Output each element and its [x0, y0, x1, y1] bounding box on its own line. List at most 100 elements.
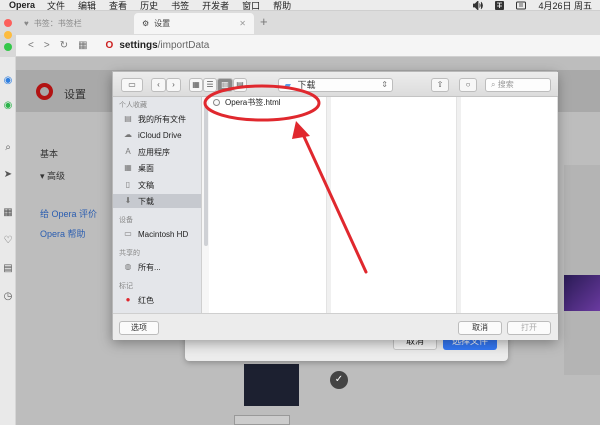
sidebar-item-all-files[interactable]: ▤ 我的所有文件 — [113, 112, 201, 126]
desktop-icon: ▦ — [124, 163, 132, 172]
rate-opera-link[interactable]: 给 Opera 评价 — [40, 207, 97, 220]
sidebar-item-applications[interactable]: A 应用程序 — [113, 145, 201, 159]
input-method-icon[interactable] — [495, 0, 505, 10]
all-files-icon: ▤ — [124, 114, 132, 123]
download-icon: ⬇ — [124, 196, 132, 205]
control-strip-icon[interactable] — [516, 1, 527, 10]
red-tag-icon: ● — [125, 295, 131, 304]
mac-menubar: Opera 文件 编辑 查看 历史 书签 开发者 窗口 帮助 4月26日 周五 — [0, 0, 600, 11]
wallpaper-thumbnail[interactable] — [564, 275, 600, 311]
network-icon: ◍ — [124, 262, 132, 271]
sidebar-item-documents[interactable]: ▯ 文稿 — [113, 178, 201, 192]
html-file-icon — [213, 99, 220, 106]
menu-edit[interactable]: 编辑 — [78, 0, 96, 12]
sidebar-item-desktop[interactable]: ▦ 桌面 — [113, 161, 201, 175]
news-icon[interactable]: ▤ — [2, 263, 14, 275]
document-icon: ▯ — [125, 180, 131, 189]
minimize-window-button[interactable] — [4, 31, 12, 39]
chevron-updown-icon: ⇕ — [381, 80, 388, 89]
wallpaper-thumbnail[interactable] — [244, 364, 299, 406]
cancel-button[interactable]: 取消 — [458, 321, 502, 335]
speed-dial-icon[interactable]: ▦ — [2, 207, 14, 219]
close-tab-button[interactable]: ✕ — [239, 19, 246, 28]
menu-app-opera[interactable]: Opera — [9, 0, 35, 10]
menu-bookmarks[interactable]: 书签 — [171, 0, 189, 12]
folder-icon: ▰ — [284, 80, 291, 90]
sidebar-item-tag-red[interactable]: ● 红色 — [113, 293, 201, 307]
tab-bookmarks[interactable]: ♥ 书签：书签栏 — [16, 13, 134, 34]
messenger-icon[interactable]: ◉ — [2, 75, 14, 87]
heart-icon: ♥ — [24, 19, 29, 28]
section-favorites: 个人收藏 — [119, 102, 147, 109]
menu-developer[interactable]: 开发者 — [202, 0, 229, 12]
location-label: 下载 — [297, 80, 316, 90]
history-clock-icon[interactable]: ◷ — [2, 291, 14, 303]
nav-basic[interactable]: 基本 — [40, 147, 58, 160]
sidebar-item-icloud[interactable]: ☁ iCloud Drive — [113, 128, 201, 142]
sidebar-toggle-button[interactable]: ▭ — [121, 78, 143, 92]
tab-settings[interactable]: ⚙ 设置 ✕ — [134, 13, 254, 34]
file-item-opera-bookmarks[interactable]: Opera书签.html — [213, 97, 281, 108]
sheet-toolbar: ▭ ‹ › ▦ ☰ ▥ ▤ ▰ 下载 ⇕ ⇧ ○ ⌕ 搜索 — [113, 72, 558, 97]
file-column — [461, 97, 558, 313]
menubar-clock[interactable]: 4月26日 周五 — [538, 0, 592, 12]
whatsapp-icon[interactable]: ◉ — [2, 100, 14, 112]
opera-logo-icon: O — [105, 40, 114, 51]
sheet-footer: 选项 取消 打开 — [113, 313, 558, 340]
menu-file[interactable]: 文件 — [47, 0, 65, 12]
disk-icon: ▭ — [124, 229, 132, 238]
address-bar: < > ↻ ▦ O settings/importData — [16, 35, 600, 57]
search-icon[interactable]: ⌕ — [2, 142, 14, 154]
new-tab-button[interactable]: + — [260, 14, 268, 29]
back-icon[interactable]: < — [28, 40, 34, 51]
sidebar-item-macintosh-hd[interactable]: ▭ Macintosh HD — [113, 227, 201, 241]
location-popup[interactable]: ▰ 下载 ⇕ — [278, 78, 393, 92]
options-button[interactable]: 选项 — [119, 321, 159, 335]
tab-label: 设置 — [154, 19, 171, 28]
column-scrollbar[interactable] — [456, 97, 461, 313]
url-field[interactable]: settings/importData — [119, 40, 209, 51]
tag-button[interactable]: ○ — [459, 78, 477, 92]
content-strip — [564, 165, 600, 375]
view-columns-button[interactable]: ▥ — [217, 78, 233, 92]
forward-button[interactable]: › — [166, 78, 181, 92]
opera-logo-icon — [36, 83, 53, 100]
sidebar-item-all-shared[interactable]: ◍ 所有... — [113, 260, 201, 274]
nav-advanced[interactable]: ▾ 高级 — [40, 169, 65, 182]
column-scrollbar[interactable] — [326, 97, 331, 313]
menu-history[interactable]: 历史 — [140, 0, 158, 12]
sidebar-scrollbar[interactable] — [204, 106, 208, 246]
speed-dial-icon[interactable]: ▦ — [78, 40, 87, 51]
view-icons-button[interactable]: ▦ — [189, 78, 203, 92]
window-controls — [4, 19, 12, 55]
menu-view[interactable]: 查看 — [109, 0, 127, 12]
page-button[interactable] — [234, 415, 290, 425]
back-button[interactable]: ‹ — [151, 78, 166, 92]
page-title: 设置 — [64, 89, 86, 101]
sidebar-item-downloads[interactable]: ⬇ 下载 — [113, 194, 201, 208]
opera-help-link[interactable]: Opera 帮助 — [40, 227, 86, 240]
share-button[interactable]: ⇧ — [431, 78, 449, 92]
reload-icon[interactable]: ↻ — [60, 40, 68, 51]
opera-sidebar: ◉ ◉ ⌕ ➤ ▦ ♡ ▤ ◷ — [0, 57, 16, 425]
open-button[interactable]: 打开 — [507, 321, 551, 335]
file-column — [331, 97, 461, 313]
forward-icon[interactable]: > — [44, 40, 50, 51]
section-shared: 共享的 — [119, 250, 140, 257]
menu-window[interactable]: 窗口 — [242, 0, 260, 12]
applications-icon: A — [125, 147, 131, 156]
send-icon[interactable]: ➤ — [2, 169, 14, 181]
bookmarks-heart-icon[interactable]: ♡ — [2, 235, 14, 247]
search-field[interactable]: ⌕ 搜索 — [485, 78, 551, 92]
search-icon: ⌕ — [491, 80, 498, 89]
file-name: Opera书签.html — [225, 98, 281, 107]
volume-icon[interactable] — [473, 0, 484, 10]
zoom-window-button[interactable] — [4, 43, 12, 51]
checkmark-icon: ✓ — [330, 371, 348, 389]
view-list-button[interactable]: ☰ — [203, 78, 217, 92]
view-gallery-button[interactable]: ▤ — [233, 78, 247, 92]
close-window-button[interactable] — [4, 19, 12, 27]
menu-help[interactable]: 帮助 — [273, 0, 291, 12]
file-open-sheet: ▭ ‹ › ▦ ☰ ▥ ▤ ▰ 下载 ⇕ ⇧ ○ ⌕ 搜索 个人收藏 ▤ 我的所有… — [112, 71, 558, 340]
section-tags: 标记 — [119, 283, 133, 290]
